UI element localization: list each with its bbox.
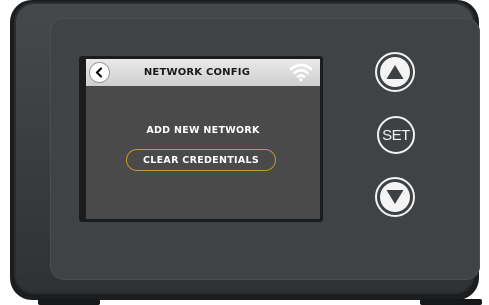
down-button-face <box>380 182 410 212</box>
wifi-icon <box>289 63 313 82</box>
lcd-screen: NETWORK CONFIG ADD NEW NETWORK CLEAR CRE… <box>86 59 320 219</box>
up-button-face <box>380 57 410 87</box>
screen-title: NETWORK CONFIG <box>143 67 251 78</box>
set-button-label: SET <box>382 126 410 144</box>
title-bar: NETWORK CONFIG <box>86 59 320 86</box>
down-button[interactable] <box>375 177 415 217</box>
menu-item-clear-credentials[interactable]: CLEAR CREDENTIALS <box>126 149 276 171</box>
triangle-down-icon <box>386 190 404 204</box>
triangle-up-icon <box>386 65 404 79</box>
menu-item-label: CLEAR CREDENTIALS <box>143 154 259 166</box>
set-button[interactable]: SET <box>377 116 415 154</box>
device-foot-left <box>38 299 100 305</box>
menu-item-add-network[interactable]: ADD NEW NETWORK <box>86 125 320 136</box>
up-button[interactable] <box>375 52 415 92</box>
back-button[interactable] <box>90 63 109 82</box>
chevron-left-icon <box>95 67 103 78</box>
device-foot-right <box>420 299 482 305</box>
